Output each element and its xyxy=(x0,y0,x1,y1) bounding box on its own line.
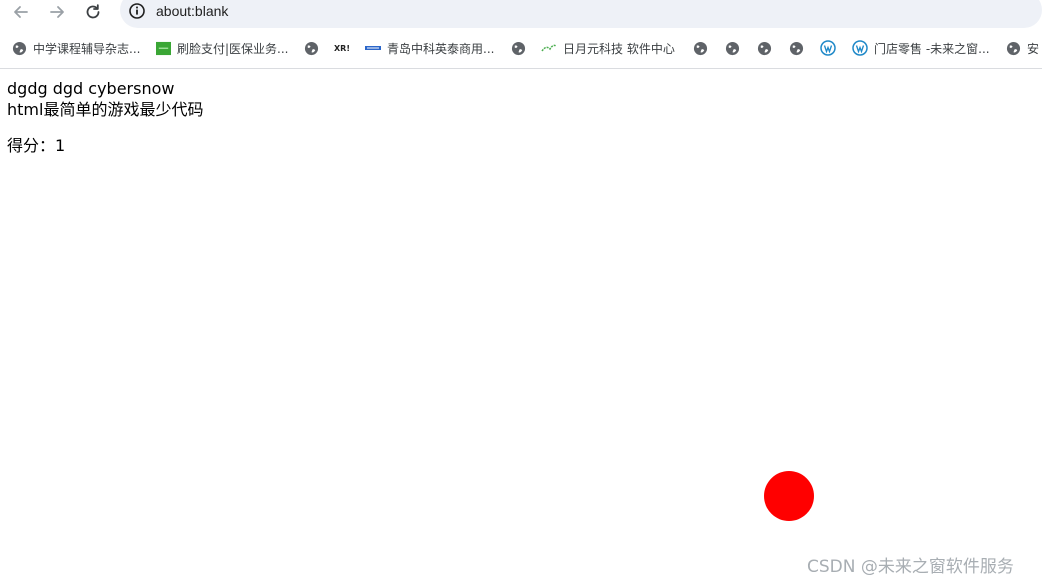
info-icon[interactable] xyxy=(128,2,146,20)
bookmark-item[interactable] xyxy=(724,39,740,57)
bookmark-item[interactable]: 日月元科技 软件中心 xyxy=(541,39,675,57)
bookmark-item[interactable] xyxy=(756,39,772,57)
bookmark-item[interactable] xyxy=(303,39,319,57)
bookmark-label: 刷脸支付|医保业务... xyxy=(177,41,289,56)
green-square-icon xyxy=(155,40,171,56)
arrow-left-icon xyxy=(14,6,28,18)
bookmark-label: 中学课程辅导杂志... xyxy=(33,41,141,56)
bookmark-item[interactable] xyxy=(692,39,708,57)
bookmark-label: 安 xyxy=(1027,41,1040,56)
arrow-right-icon xyxy=(50,6,64,18)
page-content: dgdg dgd cybersnow html最简单的游戏最少代码 得分：1 C… xyxy=(0,69,1042,579)
game-ball[interactable] xyxy=(764,471,814,521)
bookmark-item[interactable] xyxy=(820,39,836,57)
csdn-watermark: CSDN @未来之窗软件服务 xyxy=(807,557,1014,577)
wintec-icon xyxy=(365,40,381,56)
leaf-icon xyxy=(541,40,557,56)
score-label: 得分：1 xyxy=(7,136,66,155)
globe-icon xyxy=(11,40,27,56)
browser-toolbar: about:blank xyxy=(0,0,1042,30)
address-bar[interactable] xyxy=(120,0,1042,28)
bookmarks-bar: 中学课程辅导杂志... 刷脸支付|医保业务... XR! 青岛中科英泰商用...… xyxy=(0,30,1042,69)
wordpress-icon xyxy=(820,40,836,56)
reload-icon xyxy=(86,4,100,19)
bookmark-label: 青岛中科英泰商用... xyxy=(387,41,495,56)
url-text[interactable]: about:blank xyxy=(156,3,228,19)
page-text-line: dgdg dgd cybersnow xyxy=(7,79,175,98)
bookmark-item[interactable]: 青岛中科英泰商用... xyxy=(365,39,494,57)
bookmark-item[interactable]: 门店零售 -未来之窗... xyxy=(852,39,990,57)
bookmark-item[interactable]: XR! xyxy=(334,39,350,57)
bookmark-item[interactable]: 中学课程辅导杂志... xyxy=(11,39,140,57)
bookmark-item[interactable]: 刷脸支付|医保业务... xyxy=(155,39,289,57)
globe-icon xyxy=(724,40,740,56)
globe-icon xyxy=(788,40,804,56)
bookmark-item[interactable] xyxy=(788,39,804,57)
bookmark-item[interactable] xyxy=(510,39,526,57)
globe-icon xyxy=(510,40,526,56)
bookmark-item[interactable]: 安 xyxy=(1005,39,1039,57)
bookmark-label: 门店零售 -未来之窗... xyxy=(874,41,990,56)
globe-icon xyxy=(303,40,319,56)
reload-button[interactable] xyxy=(82,1,104,23)
globe-icon xyxy=(692,40,708,56)
globe-icon xyxy=(756,40,772,56)
back-button[interactable] xyxy=(10,1,32,23)
xr-icon: XR! xyxy=(334,43,350,53)
forward-button[interactable] xyxy=(46,1,68,23)
globe-icon xyxy=(1005,40,1021,56)
page-heading: html最简单的游戏最少代码 xyxy=(7,100,204,119)
wordpress-icon xyxy=(852,40,868,56)
bookmark-label: 日月元科技 软件中心 xyxy=(563,41,675,56)
